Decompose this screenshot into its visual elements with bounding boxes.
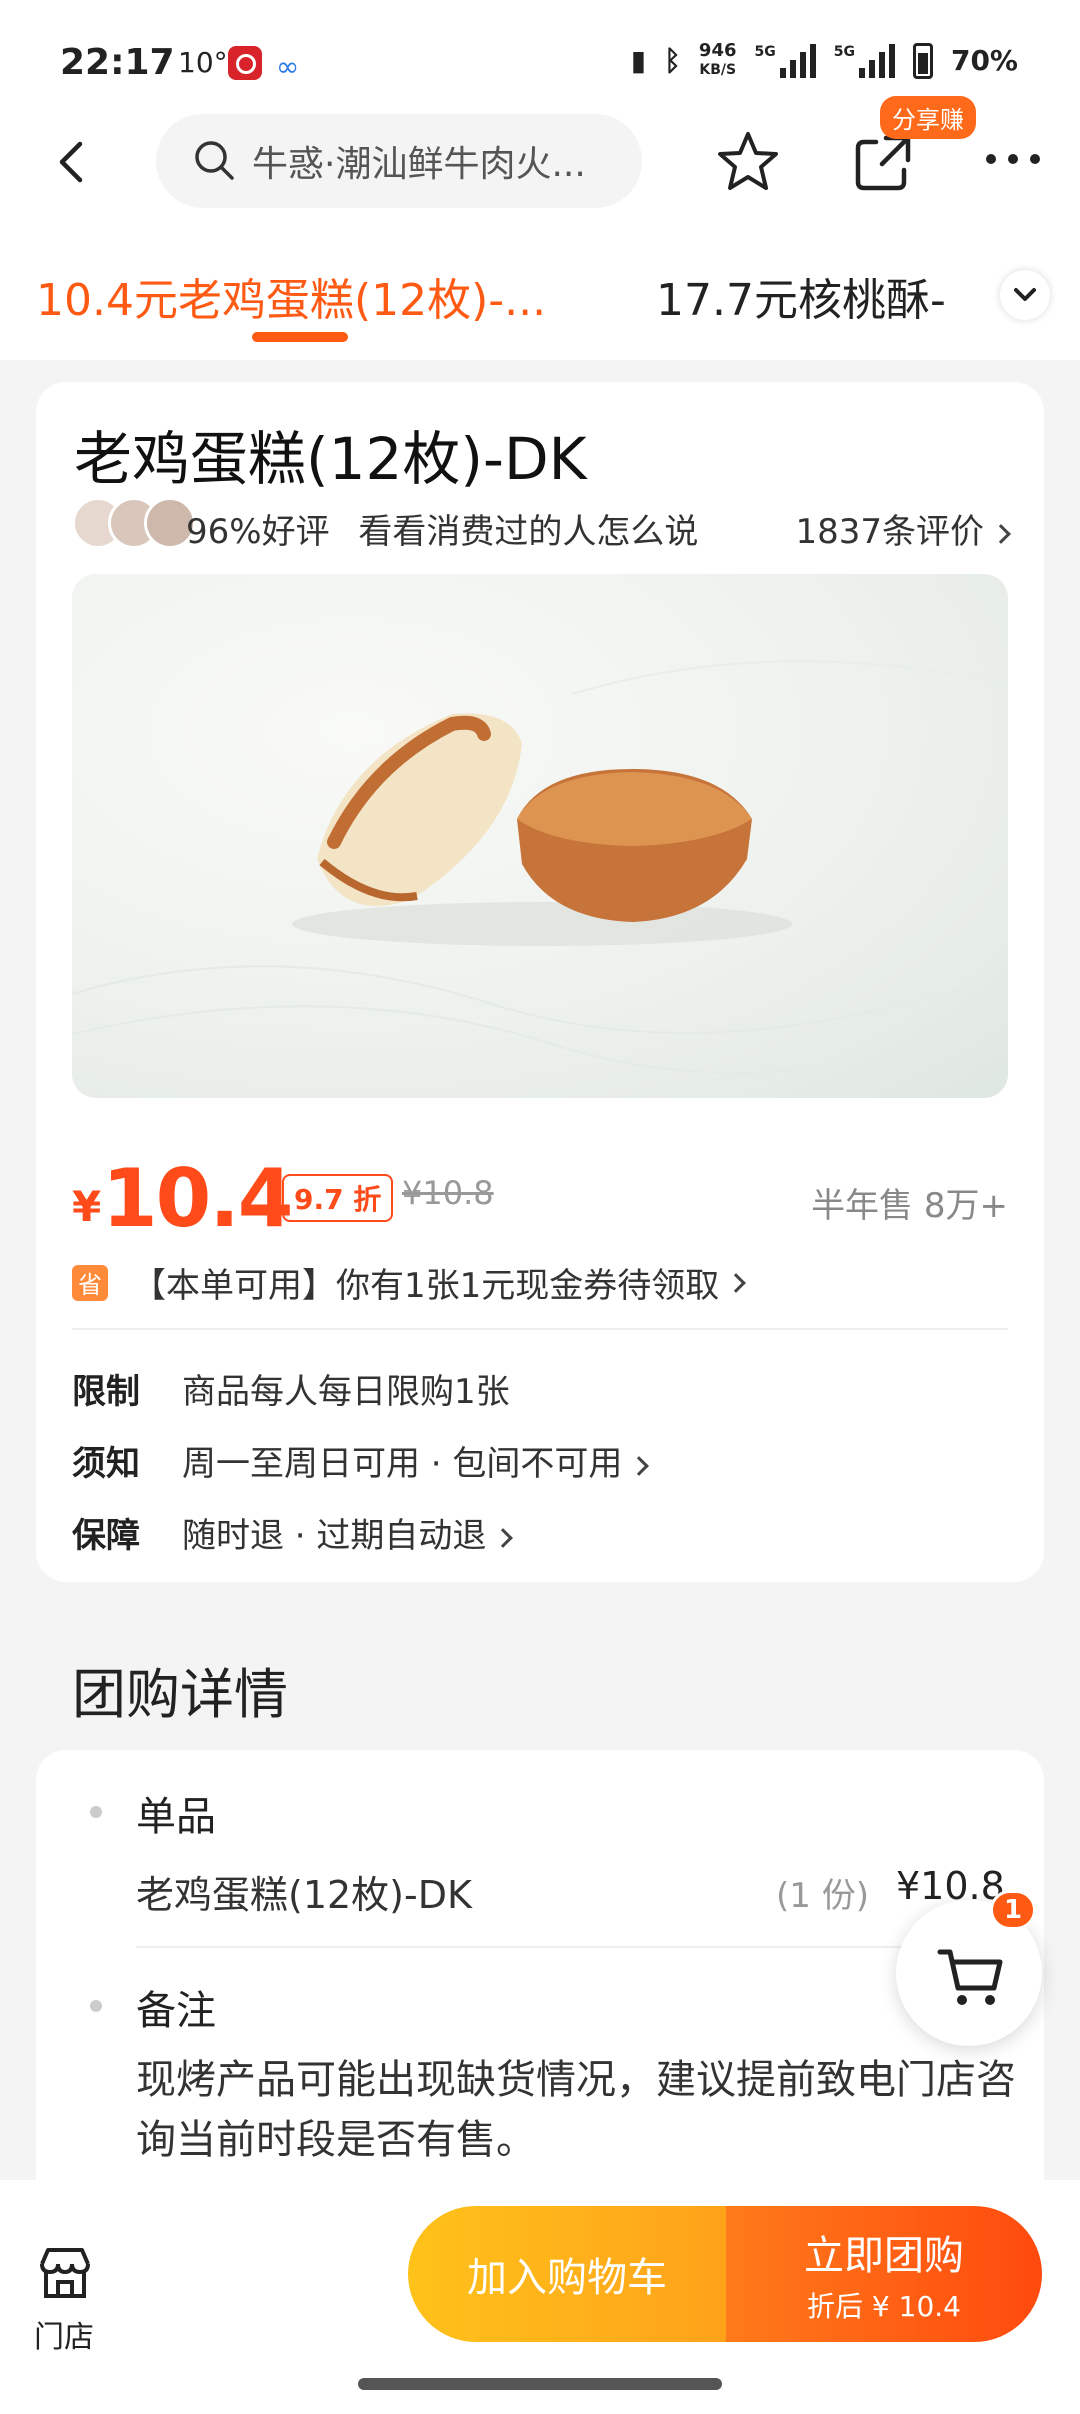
info-guarantee[interactable]: 保障 随时退 · 过期自动退 <box>72 1508 514 1557</box>
current-price: 10.4 <box>102 1152 293 1245</box>
rating-row[interactable]: 96%好评 看看消费过的人怎么说 <box>186 504 698 553</box>
favorite-star-icon[interactable] <box>714 128 782 196</box>
action-buttons: 加入购物车 立即团购 折后 ¥ 10.4 <box>408 2206 1042 2342</box>
home-indicator[interactable] <box>358 2378 722 2390</box>
info-key: 须知 <box>72 1444 140 1484</box>
battery-level: 70% <box>950 44 1018 77</box>
chevron-right-icon <box>629 1455 650 1476</box>
more-options-icon[interactable] <box>986 154 1040 164</box>
item-label: 单品 <box>136 1794 216 1840</box>
bank-app-icon <box>228 46 262 80</box>
reviews-count: 1837条评价 <box>795 512 984 552</box>
divider <box>72 1328 1008 1330</box>
signal-icon: 5G <box>754 43 816 78</box>
sales-count: 半年售 8万+ <box>811 1186 1008 1226</box>
share-icon[interactable] <box>850 130 916 196</box>
info-limit: 限制 商品每人每日限购1张 <box>72 1364 510 1413</box>
cart-count-badge: 1 <box>990 1890 1036 1930</box>
chevron-right-icon <box>726 1272 747 1293</box>
item-name: 老鸡蛋糕(12枚)-DK <box>136 1873 472 1917</box>
status-temperature: 10° <box>178 46 228 79</box>
active-tab-indicator <box>252 332 348 342</box>
search-bar[interactable]: 牛惑·潮汕鲜牛肉火... <box>156 114 642 208</box>
product-card: 老鸡蛋糕(12枚)-DK 96%好评 看看消费过的人怎么说 1837条评价 ¥ … <box>36 382 1044 1582</box>
add-to-cart-button[interactable]: 加入购物车 <box>408 2206 726 2342</box>
battery-icon <box>912 42 933 79</box>
net-speed: 946 KB/S <box>699 42 737 79</box>
net-speed-value: 946 <box>698 40 737 61</box>
tab-product-1[interactable]: 10.4元老鸡蛋糕(12枚)-... <box>36 264 546 328</box>
network-type: 5G <box>754 43 776 60</box>
bullet-dot <box>90 1806 102 1818</box>
product-image[interactable] <box>72 574 1008 1098</box>
info-value: 商品每人每日限购1张 <box>182 1372 510 1412</box>
store-icon[interactable] <box>34 2242 96 2304</box>
status-indicators: ▮ ᛒ 946 KB/S 5G 5G 70% <box>631 42 1018 79</box>
info-notice[interactable]: 须知 周一至周日可用 · 包间不可用 <box>72 1436 650 1485</box>
section-title: 团购详情 <box>72 1663 288 1726</box>
chevron-right-icon <box>991 523 1011 544</box>
chevron-right-icon <box>493 1527 514 1548</box>
chevron-down-icon <box>1014 288 1036 301</box>
status-time: 22:17 <box>60 42 175 83</box>
signal-icon-2: 5G <box>833 43 895 78</box>
rating-prompt: 看看消费过的人怎么说 <box>358 512 699 552</box>
info-value: 周一至周日可用 · 包间不可用 <box>182 1444 623 1484</box>
remark-text: 现烤产品可能出现缺货情况，建议提前致电门店咨询当前时段是否有售。 <box>136 2057 1016 2163</box>
back-arrow-icon[interactable] <box>50 140 94 184</box>
tabs-expand-button[interactable] <box>1000 270 1050 320</box>
product-tabs: 10.4元老鸡蛋糕(12枚)-... 17.7元核桃酥- <box>0 230 1080 360</box>
share-earn-badge[interactable]: 分享赚 <box>880 96 976 139</box>
cloud-app-icon: ∞ <box>276 50 300 83</box>
info-key: 限制 <box>72 1372 140 1412</box>
coupon-text: 【本单可用】你有1张1元现金券待领取 <box>132 1266 720 1306</box>
discount-badge: 9.7 折 <box>282 1174 394 1222</box>
rating-percent: 96%好评 <box>186 512 330 552</box>
net-speed-unit: KB/S <box>699 62 737 78</box>
search-icon <box>195 141 234 180</box>
coupon-row[interactable]: 省 【本单可用】你有1张1元现金券待领取 <box>72 1258 747 1307</box>
remark-label: 备注 <box>136 1988 216 2034</box>
bluetooth-icon: ᛒ <box>664 44 681 77</box>
divider <box>136 1946 1006 1948</box>
info-value: 随时退 · 过期自动退 <box>182 1516 487 1556</box>
buy-now-label: 立即团购 <box>804 2233 964 2279</box>
network-type-2: 5G <box>833 43 855 60</box>
original-price: ¥10.8 <box>402 1174 494 1212</box>
top-nav: 牛惑·潮汕鲜牛肉火... 分享赚 <box>0 96 1080 230</box>
store-label[interactable]: 门店 <box>34 2312 94 2356</box>
item-qty: (1 份) <box>776 1876 869 1916</box>
buy-now-subprice: 折后 ¥ 10.4 <box>807 2290 961 2323</box>
reviewer-avatars <box>72 497 196 549</box>
product-title: 老鸡蛋糕(12枚)-DK <box>74 425 587 493</box>
info-key: 保障 <box>72 1516 140 1556</box>
save-icon: 省 <box>72 1264 108 1301</box>
sponge-cake-illustration <box>72 660 1008 1074</box>
buy-now-button[interactable]: 立即团购 折后 ¥ 10.4 <box>726 2206 1042 2342</box>
price-row: ¥ 10.4 9.7 折 ¥10.8 半年售 8万+ <box>72 1152 1008 1245</box>
reviews-link[interactable]: 1837条评价 <box>795 504 1011 553</box>
price-currency: ¥ <box>72 1182 102 1231</box>
search-query: 牛惑·潮汕鲜牛肉火... <box>252 144 586 185</box>
bullet-dot <box>90 2000 102 2012</box>
vibrate-icon: ▮ <box>630 44 647 77</box>
tab-product-2[interactable]: 17.7元核桃酥- <box>656 264 956 328</box>
